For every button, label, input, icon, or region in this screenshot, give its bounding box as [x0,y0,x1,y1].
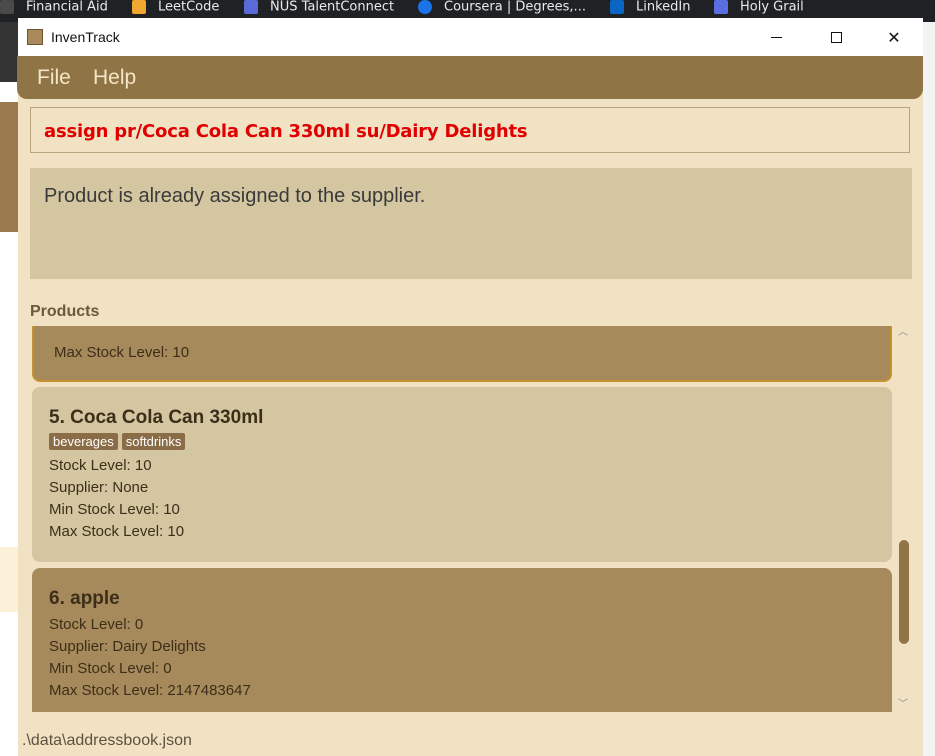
background-page-fragment [0,22,18,756]
maximize-icon [830,31,842,43]
title-bar[interactable]: InvenTrack ✕ [18,18,923,56]
product-supplier: Supplier: None [49,479,149,496]
close-icon: ✕ [887,27,901,47]
close-button[interactable]: ✕ [871,18,917,56]
result-message: Product is already assigned to the suppl… [44,185,426,207]
product-list[interactable]: Max Stock Level: 10 5. Coca Cola Can 330… [30,326,896,712]
product-card[interactable]: 5. Coca Cola Can 330ml beverages softdrin… [32,387,892,562]
product-stock: Stock Level: 0 [49,616,144,633]
app-icon [27,29,43,45]
tab-favicon-icon [610,0,624,14]
product-card-selected[interactable]: Max Stock Level: 10 [32,326,892,382]
product-tags: beverages softdrinks [49,433,892,455]
tab-favicon-icon [244,0,258,14]
scrollbar-thumb[interactable] [899,540,909,644]
status-bar: .\data\addressbook.json [18,730,923,756]
inventrack-window: InvenTrack ✕ File Help assign pr/Coca Co… [17,18,923,756]
minimize-icon [770,36,782,38]
product-max-stock: Max Stock Level: 10 [49,523,185,540]
minimize-button[interactable] [753,18,799,56]
tab-favicon-icon [714,0,728,14]
product-max-stock: Max Stock Level: 2147483647 [49,682,251,699]
result-display: Product is already assigned to the suppl… [30,168,912,279]
tag-badge: softdrinks [121,433,186,450]
product-min-stock: Min Stock Level: 10 [49,501,180,518]
maximize-button[interactable] [813,18,859,56]
tab-favicon-icon [0,0,14,14]
scroll-down-icon[interactable]: ﹀ [896,698,910,712]
product-stock: Stock Level: 10 [49,457,152,474]
menu-file[interactable]: File [37,66,71,90]
product-max-stock: Max Stock Level: 10 [54,344,190,361]
window-title: InvenTrack [51,29,120,45]
product-list-scrollbar[interactable]: ︿ ﹀ [896,326,910,712]
menu-help[interactable]: Help [93,66,136,90]
tab-favicon-icon [418,0,432,14]
product-supplier: Supplier: Dairy Delights [49,638,206,655]
command-input[interactable]: assign pr/Coca Cola Can 330ml su/Dairy D… [30,107,910,153]
product-min-stock: Min Stock Level: 0 [49,660,172,677]
menu-bar: File Help [17,56,923,99]
product-name: 5. Coca Cola Can 330ml [49,407,264,428]
background-page-fragment-right [923,22,935,756]
tab-favicon-icon [132,0,146,14]
command-text: assign pr/Coca Cola Can 330ml su/Dairy D… [44,121,528,142]
products-label: Products [30,303,100,320]
tag-badge: beverages [49,433,118,450]
product-name: 6. apple [49,588,120,609]
product-card[interactable]: 6. apple Stock Level: 0 Supplier: Dairy … [32,568,892,712]
scroll-up-icon[interactable]: ︿ [896,326,910,340]
data-file-path: .\data\addressbook.json [22,732,192,749]
